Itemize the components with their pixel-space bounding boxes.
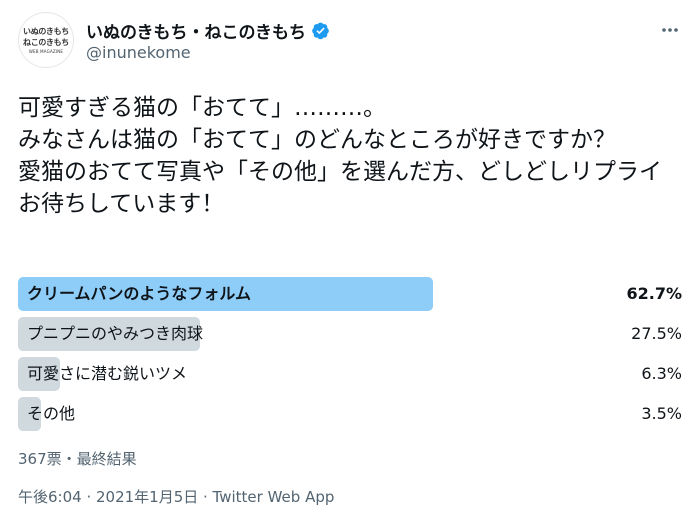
display-name[interactable]: いぬのきもち・ねこのきもち — [86, 18, 306, 43]
avatar-text-line2: ねこのきもち — [23, 37, 69, 47]
poll-option: クリームパンのようなフォルム 62.7% — [18, 277, 682, 311]
tweet-text: 可愛すぎる猫の「おてて」………。 みなさんは猫の「おてて」のどんなところが好きで… — [18, 95, 662, 217]
avatar-text-line1: いぬのきもち — [23, 26, 69, 36]
poll-option: 可愛さに潜む鋭いツメ 6.3% — [18, 357, 682, 391]
poll-summary: 367票・最終結果 — [18, 450, 137, 468]
avatar-text-line3: WEB MAGAZINE — [28, 48, 64, 54]
poll-option-label: プニプニのやみつき肉球 — [27, 324, 204, 343]
name-row: いぬのきもち・ねこのきもち — [86, 18, 330, 43]
poll-option-label: 可愛さに潜む鋭いツメ — [27, 364, 188, 383]
tweet-timestamp[interactable]: 午後6:04 · 2021年1月5日 · Twitter Web App — [18, 486, 334, 507]
poll-option-label: その他 — [27, 404, 76, 423]
account-handle[interactable]: @inunekome — [86, 43, 191, 62]
poll-option-percent: 6.3% — [641, 364, 682, 383]
tweet-header: いぬのきもち ねこのきもち WEB MAGAZINE いぬのきもち・ねこのきもち… — [18, 12, 682, 76]
poll-option: その他 3.5% — [18, 397, 682, 431]
poll-option-percent: 3.5% — [641, 404, 682, 423]
poll: クリームパンのようなフォルム 62.7% プニプニのやみつき肉球 27.5% 可… — [18, 277, 682, 437]
verified-badge-icon — [311, 21, 330, 40]
poll-option: プニプニのやみつき肉球 27.5% — [18, 317, 682, 351]
poll-option-percent: 62.7% — [626, 284, 682, 303]
avatar[interactable]: いぬのきもち ねこのきもち WEB MAGAZINE — [18, 12, 74, 68]
poll-option-label: クリームパンのようなフォルム — [27, 284, 252, 303]
poll-option-percent: 27.5% — [631, 324, 682, 343]
more-horizontal-icon[interactable] — [658, 18, 682, 42]
